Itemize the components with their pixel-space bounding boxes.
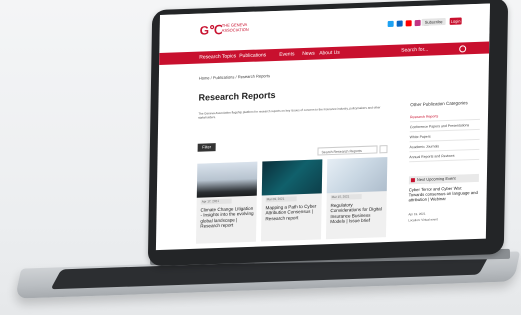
event-title[interactable]: Cyber Terror and Cyber War: Towards cons… bbox=[409, 185, 479, 202]
youtube-icon[interactable] bbox=[405, 20, 412, 27]
card-date: Apr 17, 2021 bbox=[200, 198, 232, 205]
event-date: Apr 19, 2021 bbox=[408, 211, 426, 217]
sidebar: Other Publication Categories Research Re… bbox=[409, 100, 481, 172]
report-card[interactable]: Mar 09, 2021 Mapping a Path to Cyber Att… bbox=[260, 159, 323, 242]
login-button[interactable]: Login bbox=[449, 17, 462, 25]
sidebar-item-white-papers[interactable]: White Papers bbox=[409, 132, 480, 143]
twitter-icon[interactable] bbox=[387, 20, 394, 28]
calendar-icon bbox=[410, 178, 415, 183]
nav-about-us[interactable]: About Us bbox=[319, 47, 340, 60]
card-date: Mar 15, 2021 bbox=[330, 193, 362, 201]
nav-news[interactable]: News bbox=[302, 48, 315, 60]
breadcrumb[interactable]: Home / Publications / Research Reports bbox=[199, 73, 270, 80]
sidebar-item-annual-reports[interactable]: Annual Reports and Reviews bbox=[409, 152, 480, 163]
card-title[interactable]: Climate Change Litigation - Insights int… bbox=[200, 206, 254, 230]
event-heading: Next Upcoming Event bbox=[408, 173, 479, 185]
sidebar-heading: Other Publication Categories bbox=[410, 100, 468, 108]
card-image-industry bbox=[196, 161, 258, 198]
filter-button[interactable]: Filter bbox=[197, 143, 216, 152]
nav-search-label[interactable]: Search for... bbox=[401, 44, 428, 57]
card-title[interactable]: Mapping a Path to Cyber Attribution Cons… bbox=[265, 203, 319, 222]
card-image-cyber bbox=[261, 159, 323, 196]
intro-text: The Geneva Association flagship platform… bbox=[198, 105, 381, 120]
report-card[interactable]: Mar 15, 2021 Regulatory Considerations f… bbox=[325, 157, 388, 240]
main-nav: Research Topics Publications Events News… bbox=[159, 41, 490, 66]
nav-events[interactable]: Events bbox=[279, 48, 295, 61]
search-input[interactable]: Search Research Reports bbox=[317, 145, 378, 156]
report-card[interactable]: Apr 17, 2021 Climate Change Litigation -… bbox=[195, 161, 258, 244]
nav-research-topics[interactable]: Research Topics bbox=[199, 50, 236, 63]
logo-text: THE GENEVA ASSOCIATION bbox=[221, 21, 249, 33]
event-location: Location: Virtual event bbox=[408, 217, 438, 223]
sidebar-item-conference-papers[interactable]: Conference Papers and Presentations bbox=[409, 122, 480, 133]
card-image-digital bbox=[326, 157, 388, 194]
card-title[interactable]: Regulatory Considerations for Digital In… bbox=[330, 201, 384, 225]
subscribe-button[interactable]: Subscribe bbox=[421, 18, 446, 26]
sidebar-item-academic-journals[interactable]: Academic Journals bbox=[409, 142, 480, 153]
logo-mark[interactable]: G℃ bbox=[200, 23, 223, 38]
search-icon[interactable] bbox=[459, 45, 467, 53]
page-title: Research Reports bbox=[198, 89, 276, 103]
search-button[interactable] bbox=[379, 145, 388, 154]
instagram-icon[interactable] bbox=[414, 19, 421, 27]
laptop-screen: G℃ THE GENEVA ASSOCIATION Subscribe Logi… bbox=[155, 3, 490, 251]
card-date: Mar 09, 2021 bbox=[265, 196, 297, 203]
linkedin-icon[interactable] bbox=[396, 20, 403, 27]
sidebar-item-research-reports[interactable]: Research Reports bbox=[409, 112, 481, 123]
nav-publications[interactable]: Publications bbox=[239, 49, 266, 62]
